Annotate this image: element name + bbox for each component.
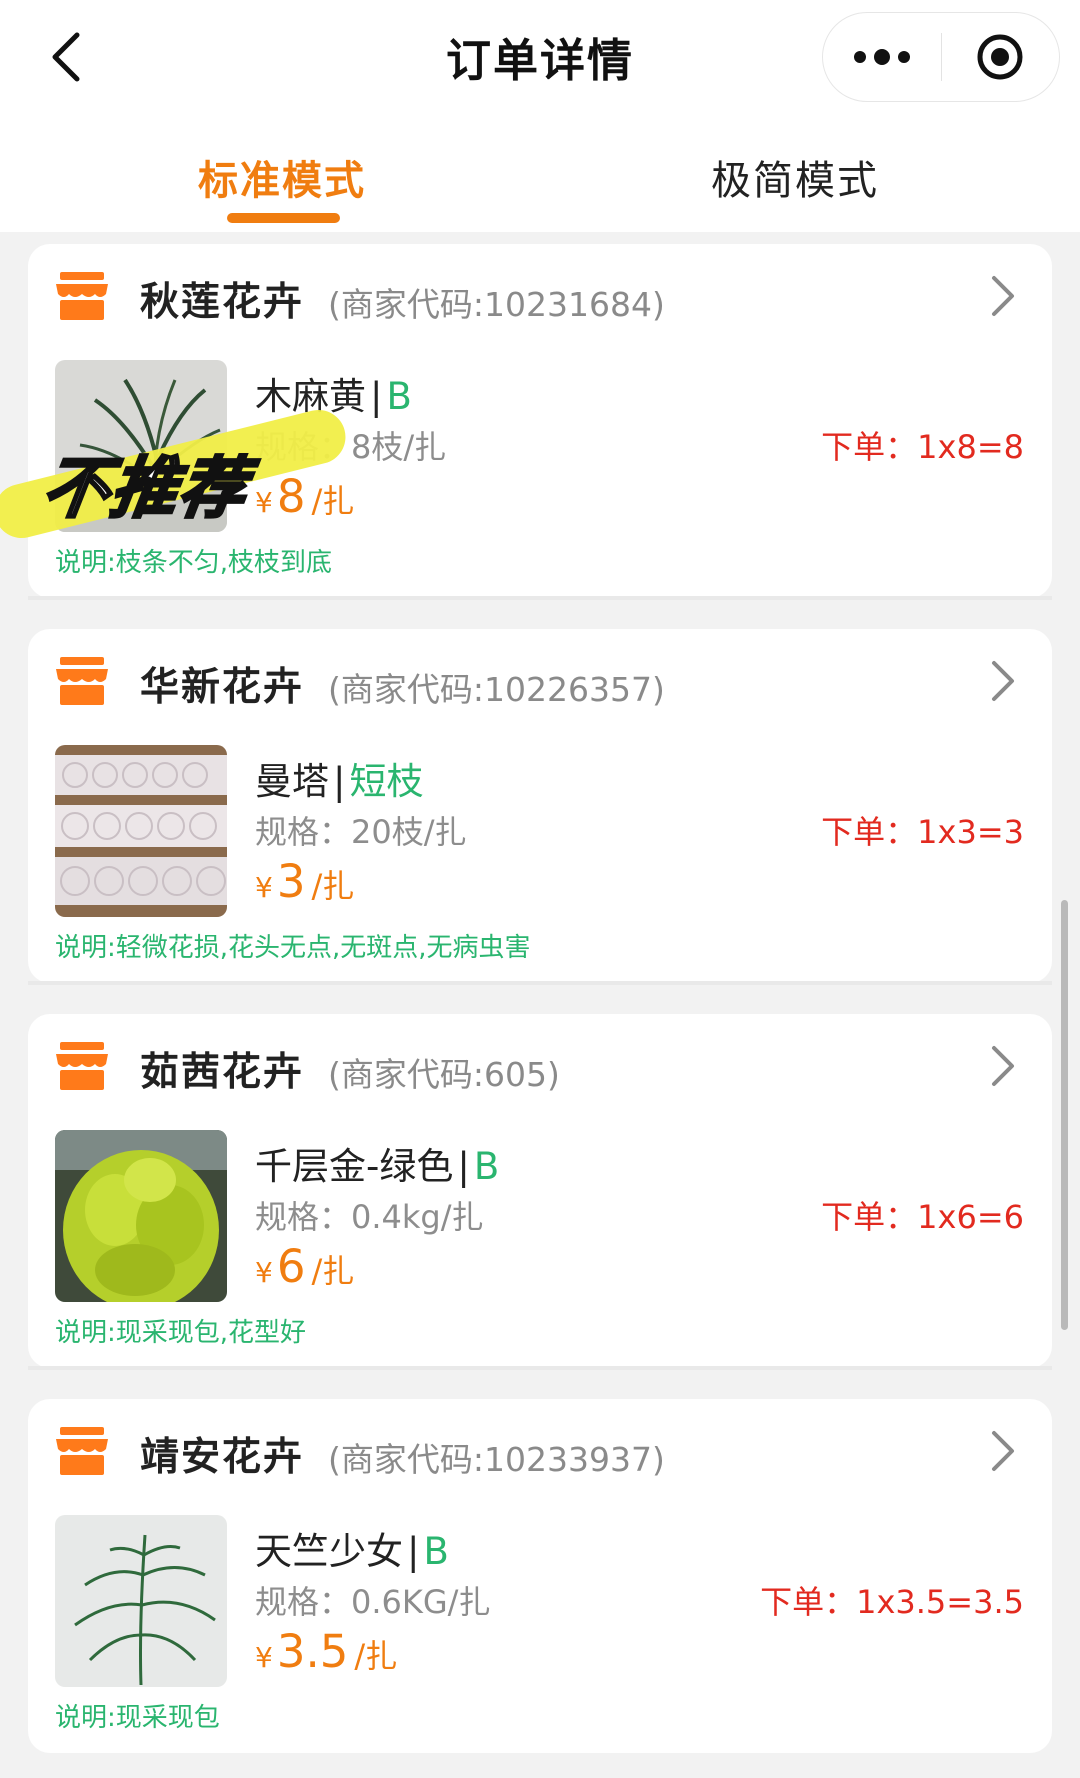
store-icon [56, 1427, 108, 1475]
merchant-code: (商家代码:605) [328, 1055, 560, 1094]
shop-name: 茹茜花卉 [140, 1050, 305, 1095]
grade-label: B [473, 1145, 500, 1188]
product-spec: 规格：0.4kg/扎 [255, 1198, 484, 1236]
product-name: 曼塔 | 短枝 [255, 760, 424, 803]
store-header[interactable]: 华新花卉 (商家代码:10226357) [28, 629, 1052, 729]
product-image[interactable] [55, 1130, 227, 1302]
grade-label: B [423, 1530, 449, 1573]
store-header[interactable]: 秋莲花卉 (商家代码:10231684) [28, 244, 1052, 344]
product-note: 说明:现采现包 [55, 1703, 220, 1733]
product-price: ¥6/扎 [255, 1240, 355, 1293]
merchant-code: (商家代码:10233937) [328, 1440, 665, 1479]
top-nav-bar: 订单详情 [0, 0, 1080, 118]
chevron-right-icon [992, 661, 1014, 701]
order-detail-page: 订单详情 标准模式 极简模式 秋莲花卉 (商家代码:10231684) 木麻黄 … [0, 0, 1080, 1778]
product-image[interactable] [55, 1515, 227, 1687]
store-icon [56, 272, 108, 320]
order-quantity: 下单：1x3.5=3.5 [760, 1583, 1024, 1621]
mode-tabs: 标准模式 极简模式 [0, 118, 1080, 232]
product-name: 天竺少女 | B [255, 1530, 449, 1573]
card-divider [28, 596, 1052, 600]
merchant-code: (商家代码:10226357) [328, 670, 665, 709]
shop-name: 靖安花卉 [140, 1435, 305, 1480]
product-note: 说明:现采现包,花型好 [55, 1318, 307, 1348]
order-quantity: 下单：1x6=6 [821, 1198, 1024, 1236]
product-price: ¥3/扎 [255, 855, 355, 908]
active-tab-indicator [227, 213, 340, 223]
mini-program-capsule [822, 12, 1060, 102]
product-image[interactable] [55, 745, 227, 917]
more-dots-icon [853, 49, 910, 65]
chevron-right-icon [992, 1431, 1014, 1471]
grade-label: 短枝 [349, 760, 424, 803]
chevron-right-icon [992, 276, 1014, 316]
store-card: 华新花卉 (商家代码:10226357) 曼塔 | 短枝 规格：20枝/扎 ¥3… [28, 629, 1052, 983]
store-card: 秋莲花卉 (商家代码:10231684) 木麻黄 | B 规格：8枝/扎 ¥8/扎 [28, 244, 1052, 598]
product-name: 木麻黄 | B [255, 375, 412, 418]
store-header[interactable]: 茹茜花卉 (商家代码:605) [28, 1014, 1052, 1114]
target-close-icon [977, 34, 1023, 80]
grade-label: B [386, 375, 412, 418]
product-price: ¥8/扎 [255, 470, 355, 523]
tab-standard-mode[interactable]: 标准模式 [132, 148, 432, 206]
close-miniprogram-button[interactable] [942, 13, 1060, 101]
chevron-right-icon [992, 1046, 1014, 1086]
tab-simple-mode[interactable]: 极简模式 [645, 148, 945, 206]
product-spec: 规格：8枝/扎 [255, 428, 447, 466]
scrollbar[interactable] [1061, 900, 1068, 1330]
store-card: 茹茜花卉 (商家代码:605) 千层金-绿色 | B 规格：0.4kg/扎 ¥6/扎 [28, 1014, 1052, 1368]
card-divider [28, 1366, 1052, 1370]
product-spec: 规格：0.6KG/扎 [255, 1583, 491, 1621]
product-spec: 规格：20枝/扎 [255, 813, 467, 851]
product-note: 说明:枝条不匀,枝枝到底 [55, 548, 333, 578]
product-price: ¥3.5/扎 [255, 1625, 398, 1678]
shop-name: 秋莲花卉 [140, 280, 305, 325]
merchant-code: (商家代码:10231684) [328, 285, 665, 324]
product-name: 千层金-绿色 | B [255, 1145, 500, 1188]
more-button[interactable] [823, 13, 941, 101]
store-card: 靖安花卉 (商家代码:10233937) 天竺少女|B 规格：0.6KG/扎 [28, 1399, 1052, 1753]
order-quantity: 下单：1x3=3 [821, 813, 1024, 851]
store-icon [56, 657, 108, 705]
product-image[interactable] [55, 360, 227, 532]
shop-name: 华新花卉 [140, 665, 305, 710]
order-quantity: 下单：1x8=8 [821, 428, 1024, 466]
store-header[interactable]: 靖安花卉 (商家代码:10233937) [28, 1399, 1052, 1499]
store-icon [56, 1042, 108, 1090]
product-note: 说明:轻微花损,花头无点,无斑点,无病虫害 [55, 933, 531, 963]
card-divider [28, 981, 1052, 985]
